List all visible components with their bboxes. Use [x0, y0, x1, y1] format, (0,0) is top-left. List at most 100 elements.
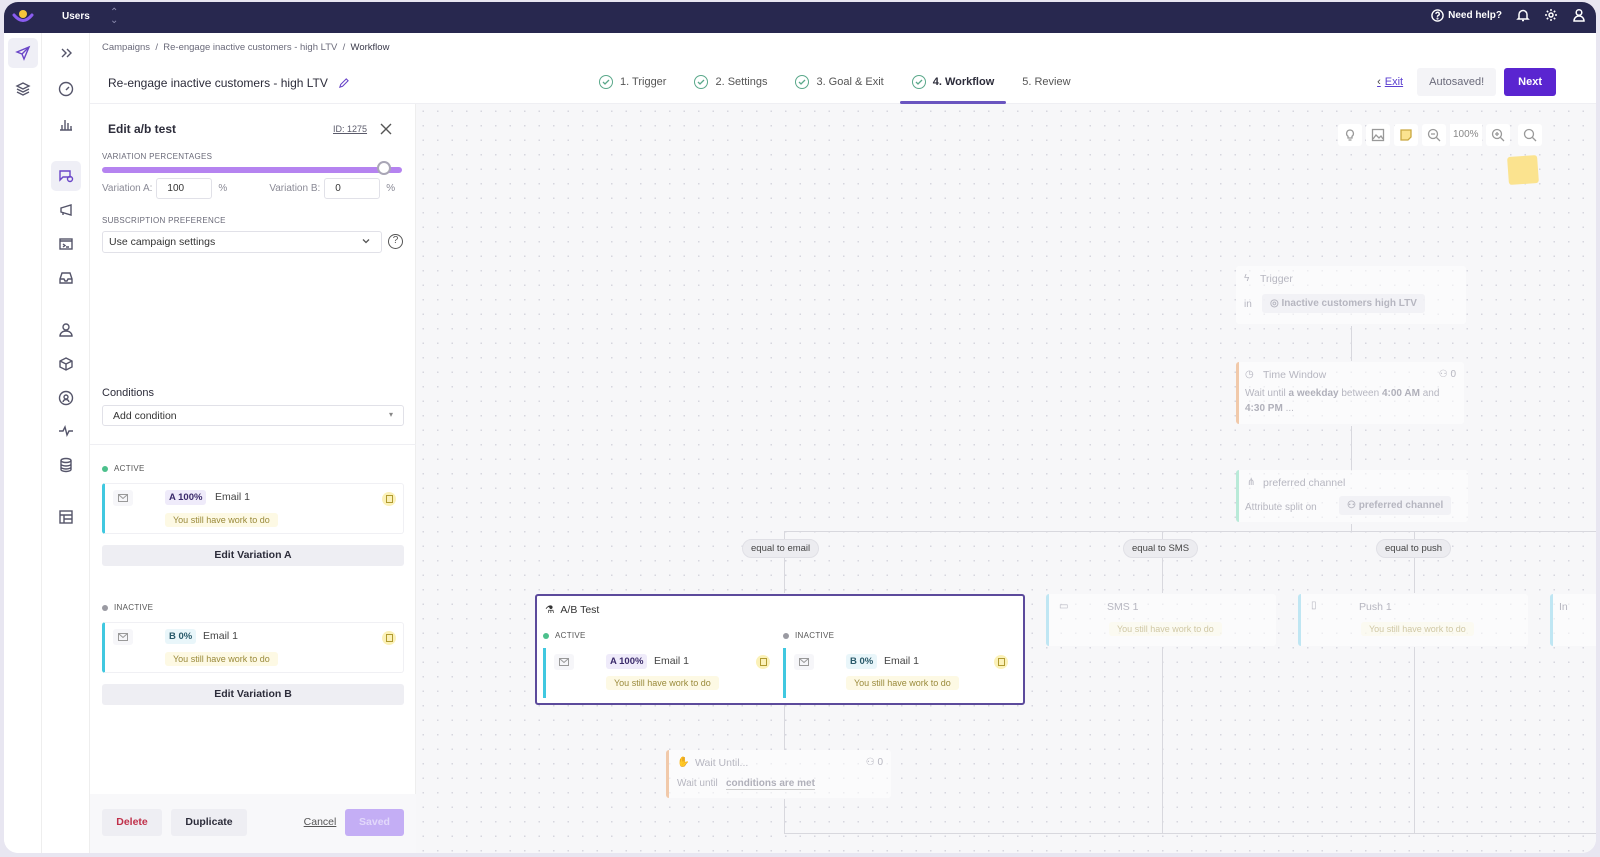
branch-label-push[interactable]: equal to push — [1376, 539, 1452, 558]
variation-b-input[interactable] — [324, 178, 381, 199]
ab-variation-b[interactable]: B 0% Email 1 You still have work to do — [783, 648, 1013, 698]
logo-icon[interactable] — [12, 8, 34, 26]
document-icon[interactable] — [756, 655, 770, 669]
attribute-split-node[interactable]: ⋔ preferred channel Attribute split on ⚇… — [1236, 470, 1468, 522]
rail-item-objects[interactable] — [51, 349, 81, 379]
variation-b-card[interactable]: B 0% Email 1 You still have work to do — [102, 622, 404, 673]
rail-item-templates[interactable] — [51, 502, 81, 532]
check-circle-icon — [694, 75, 709, 89]
rail-item-transactional[interactable] — [51, 229, 81, 259]
variation-slider-track[interactable] — [102, 167, 402, 173]
workflow-canvas[interactable]: 100% ϟ Trigger in ◎ Inactive customers h… — [416, 104, 1596, 853]
hand-icon: ✋ — [677, 757, 690, 768]
connector — [784, 531, 1596, 532]
rail-item-broadcasts[interactable] — [51, 195, 81, 225]
rail-item-people[interactable] — [51, 315, 81, 345]
attribute-chip[interactable]: ⚇ preferred channel — [1339, 496, 1452, 515]
branch-label-sms[interactable]: equal to SMS — [1123, 539, 1199, 558]
edit-variation-a-button[interactable]: Edit Variation A — [102, 545, 404, 566]
user-icon[interactable] — [1572, 8, 1586, 22]
next-button[interactable]: Next — [1504, 68, 1556, 96]
tab-review[interactable]: 5. Review — [1008, 60, 1084, 104]
trigger-node[interactable]: ϟ Trigger in ◎ Inactive customers high L… — [1236, 266, 1466, 324]
clock-icon: ◷ — [1245, 369, 1254, 380]
document-icon[interactable] — [382, 631, 396, 645]
app-switcher-icon[interactable]: ⌃ ⌄ — [110, 8, 118, 26]
canvas-toolbar: 100% — [1338, 124, 1542, 146]
gear-icon[interactable] — [1544, 8, 1558, 22]
breadcrumb-campaign[interactable]: Re-engage inactive customers - high LTV — [163, 42, 337, 53]
node-title: In — [1559, 601, 1568, 613]
tab-settings[interactable]: 2. Settings — [680, 60, 781, 104]
partial-node[interactable]: In — [1550, 594, 1596, 646]
segment-chip[interactable]: ◎ Inactive customers high LTV — [1262, 294, 1425, 313]
document-icon[interactable] — [382, 492, 396, 506]
tab-goal-exit[interactable]: 3. Goal & Exit — [781, 60, 897, 104]
ab-variation-a[interactable]: A 100% Email 1 You still have work to do — [543, 648, 773, 698]
sticky-note[interactable] — [1507, 154, 1539, 186]
connector — [784, 799, 785, 834]
help-link[interactable]: Need help? — [1431, 8, 1502, 22]
rail-item-messaging[interactable] — [51, 161, 81, 191]
breadcrumb-campaigns[interactable]: Campaigns — [102, 42, 150, 53]
variation-a-input[interactable] — [156, 178, 213, 199]
node-title: preferred channel — [1263, 477, 1346, 489]
rail-item-activity[interactable] — [51, 416, 81, 446]
variation-slider-handle[interactable] — [377, 161, 391, 175]
variation-a-card[interactable]: A 100% Email 1 You still have work to do — [102, 483, 404, 534]
status-dot — [783, 632, 789, 639]
saved-button[interactable]: Saved — [345, 809, 404, 836]
terminal-icon — [59, 238, 73, 250]
status-dot — [102, 465, 108, 472]
duplicate-button[interactable]: Duplicate — [171, 809, 247, 836]
node-title: Wait Until... — [695, 757, 749, 769]
check-circle-icon — [599, 75, 613, 89]
push-node[interactable]: ▯ Push 1 You still have work to do — [1298, 594, 1528, 646]
zoom-out-button[interactable] — [1422, 124, 1446, 146]
zoom-in-button[interactable] — [1485, 124, 1510, 146]
add-image-button[interactable] — [1366, 124, 1390, 146]
rail-item-layers[interactable] — [8, 74, 38, 104]
cancel-link[interactable]: Cancel — [300, 809, 340, 836]
search-canvas-button[interactable] — [1517, 124, 1542, 146]
add-note-button[interactable] — [1394, 124, 1418, 146]
rail-item-analytics[interactable] — [51, 109, 81, 139]
wait-condition-link[interactable]: conditions are met — [726, 778, 815, 790]
variation-name: Email 1 — [203, 630, 239, 642]
tab-workflow[interactable]: 4. Workflow — [898, 60, 1009, 104]
lightning-icon: ϟ — [1244, 273, 1250, 284]
tips-button[interactable] — [1338, 124, 1362, 146]
document-icon[interactable] — [994, 655, 1008, 669]
pencil-icon[interactable] — [338, 77, 349, 89]
rail-item-campaigns[interactable] — [8, 38, 38, 68]
rail-item-segments[interactable] — [51, 383, 81, 413]
bell-icon[interactable] — [1516, 8, 1530, 22]
status-warning: You still have work to do — [165, 652, 278, 666]
help-circle-icon[interactable]: ? — [388, 234, 403, 249]
expand-sidebar-button[interactable] — [51, 38, 81, 68]
mobile-icon: ▯ — [1311, 600, 1317, 611]
tab-trigger[interactable]: 1. Trigger — [585, 60, 680, 104]
wait-until-node[interactable]: ✋ Wait Until... ⚇ 0 Wait until condition… — [666, 750, 891, 798]
branch-label-email[interactable]: equal to email — [742, 539, 820, 558]
tab-label: 3. Goal & Exit — [816, 76, 884, 88]
node-id-link[interactable]: ID: 1275 — [333, 124, 367, 134]
node-title: Time Window — [1263, 369, 1327, 381]
mail-icon — [113, 629, 133, 645]
time-window-node[interactable]: ◷ Time Window ⚇ 0 Wait until a weekday b… — [1236, 362, 1464, 424]
add-condition-select[interactable]: Add condition ▾ — [102, 405, 404, 426]
percent-sign: % — [386, 183, 396, 194]
edit-variation-b-button[interactable]: Edit Variation B — [102, 684, 404, 705]
delete-button[interactable]: Delete — [102, 809, 162, 836]
rail-item-inbox[interactable] — [51, 263, 81, 293]
exit-link[interactable]: ‹ Exit — [1377, 76, 1403, 88]
gauge-icon — [58, 81, 74, 97]
subscription-preference-select[interactable]: Use campaign settings — [102, 231, 382, 253]
active-state-label: ACTIVE — [543, 631, 586, 640]
rail-item-data[interactable] — [51, 450, 81, 480]
rail-item-dashboard[interactable] — [51, 74, 81, 104]
ab-test-node[interactable]: ⚗ A/B Test ACTIVE INACTIVE A 100% Email 1… — [535, 594, 1025, 705]
close-icon[interactable] — [379, 122, 393, 136]
sms-node[interactable]: ▭ SMS 1 You still have work to do — [1046, 594, 1276, 646]
breadcrumb-separator: / — [339, 42, 348, 53]
